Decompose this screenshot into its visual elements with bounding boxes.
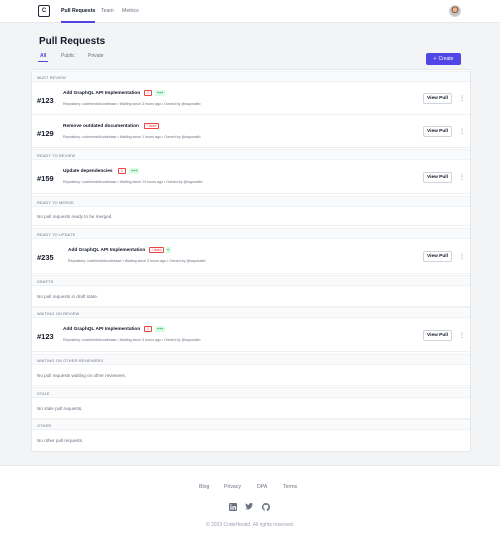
empty-row: No pull requests waiting on other review…: [32, 365, 470, 386]
pr-row[interactable]: #235 Add GraphQL API Implementation ! fa…: [32, 239, 470, 274]
pr-number: #129: [37, 129, 54, 138]
section-drafts: DRAFTS: [32, 275, 470, 286]
section-ready-to-merge: READY TO MERGE: [32, 196, 470, 207]
subtab-public[interactable]: Public: [61, 53, 75, 59]
section-must-review: MUST REVIEW: [32, 71, 470, 82]
linkedin-icon[interactable]: [228, 502, 237, 511]
more-options-icon[interactable]: ⋮: [459, 332, 465, 339]
empty-row: No pull requests ready to be merged.: [32, 207, 470, 226]
page-title: Pull Requests: [39, 36, 106, 47]
nav-tab-team[interactable]: Team: [101, 8, 114, 14]
failed-label: ! failed: [149, 247, 165, 253]
pr-number: #123: [37, 96, 54, 105]
more-options-icon[interactable]: ⋮: [459, 174, 465, 181]
empty-message: No pull requests in draft state.: [37, 294, 99, 299]
section-label: READY TO REVIEW: [37, 153, 76, 158]
more-options-icon[interactable]: ⋮: [459, 95, 465, 102]
pr-meta: Repository: codeherald/codebase • Waitin…: [63, 102, 201, 106]
copyright: © 2023 CodeHerald. All rights reserved.: [205, 522, 295, 528]
footer-link-terms[interactable]: Terms: [283, 484, 297, 490]
section-waiting-on-other-reviewers: WAITING ON OTHER REVIEWERS: [32, 354, 470, 365]
view-pull-button[interactable]: View Pull: [423, 126, 452, 137]
pull-requests-card: MUST REVIEW #123 Add GraphQL API Impleme…: [31, 69, 471, 452]
section-label: WAITING ON REVIEW: [37, 311, 80, 316]
footer-link-privacy[interactable]: Privacy: [224, 484, 241, 490]
failed-label: !!: [118, 168, 126, 174]
section-other: OTHER: [32, 419, 470, 430]
pr-meta: Repository: codeherald/codebase • Waitin…: [68, 259, 206, 263]
create-button[interactable]: + Create: [426, 53, 461, 65]
additions-label: +++: [155, 326, 166, 332]
pr-title[interactable]: Remove outdated documentation: [63, 124, 139, 129]
pr-meta: Repository: codeherald/codebase • Waitin…: [63, 338, 201, 342]
pr-title[interactable]: Add GraphQL API Implementation: [63, 327, 140, 332]
nav-tab-metrics[interactable]: Metrics: [122, 8, 139, 14]
pr-meta: Repository: codeherald/codebase • Waitin…: [63, 180, 203, 184]
github-icon[interactable]: [261, 502, 270, 511]
logo[interactable]: C: [38, 5, 50, 17]
additions-label: +++: [155, 90, 166, 96]
avatar[interactable]: [449, 5, 461, 17]
failed-label: ! failed: [144, 123, 160, 129]
empty-message: No other pull requests.: [37, 438, 84, 443]
additions-label: +++: [129, 168, 140, 174]
view-pull-button[interactable]: View Pull: [423, 330, 452, 341]
empty-row: No other pull requests.: [32, 430, 470, 451]
empty-message: No stale pull requests.: [37, 406, 83, 411]
view-pull-button[interactable]: View Pull: [423, 93, 452, 104]
pr-number: #159: [37, 174, 54, 183]
pr-meta: Repository: codeherald/codebase • Waitin…: [63, 135, 201, 139]
pr-row[interactable]: #129 Remove outdated documentation ! fai…: [32, 115, 470, 148]
more-options-icon[interactable]: ⋮: [459, 253, 465, 260]
empty-message: No pull requests waiting on other review…: [37, 373, 127, 378]
pr-number: #235: [37, 253, 54, 262]
plus-icon: +: [433, 56, 437, 62]
pr-title[interactable]: Add GraphQL API Implementation: [63, 91, 140, 96]
footer-link-dpa[interactable]: DPA: [257, 484, 267, 490]
empty-row: No pull requests in draft state.: [32, 286, 470, 307]
footer-link-blog[interactable]: Blog: [199, 484, 209, 490]
section-ready-to-review: READY TO REVIEW: [32, 149, 470, 160]
create-button-label: Create: [438, 56, 454, 62]
empty-row: No stale pull requests.: [32, 398, 470, 419]
more-options-icon[interactable]: ⋮: [459, 128, 465, 135]
failed-label: !!: [144, 326, 152, 332]
subtab-private[interactable]: Private: [88, 53, 104, 59]
section-label: READY TO UPDATE: [37, 232, 76, 237]
pr-row[interactable]: #123 Add GraphQL API Implementation !! +…: [32, 82, 470, 115]
pr-row[interactable]: #159 Update dependencies !! +++ Reposito…: [32, 160, 470, 194]
section-label: MUST REVIEW: [37, 75, 66, 80]
pr-title[interactable]: Add GraphQL API Implementation: [68, 248, 145, 253]
section-label: STALE: [37, 391, 50, 396]
pr-title[interactable]: Update dependencies: [63, 169, 113, 174]
empty-message: No pull requests ready to be merged.: [37, 214, 113, 219]
twitter-icon[interactable]: [244, 502, 253, 511]
section-label: READY TO MERGE: [37, 200, 74, 205]
pr-row[interactable]: #123 Add GraphQL API Implementation !! +…: [32, 318, 470, 352]
nav-tab-pull-requests[interactable]: Pull Requests: [61, 8, 96, 23]
section-waiting-on-review: WAITING ON REVIEW: [32, 307, 470, 318]
section-label: WAITING ON OTHER REVIEWERS: [37, 358, 104, 363]
footer: Blog Privacy DPA Terms © 2023 CodeHerald…: [0, 465, 500, 550]
pr-number: #123: [37, 332, 54, 341]
view-pull-button[interactable]: View Pull: [423, 251, 452, 262]
failed-label: !!: [144, 90, 152, 96]
section-stale: STALE: [32, 387, 470, 398]
section-ready-to-update: READY TO UPDATE: [32, 228, 470, 239]
additions-label: +: [165, 247, 172, 253]
section-label: DRAFTS: [37, 279, 54, 284]
section-label: OTHER: [37, 423, 52, 428]
subtab-all[interactable]: All: [37, 53, 49, 62]
view-pull-button[interactable]: View Pull: [423, 172, 452, 183]
top-navbar: C Pull Requests Team Metrics: [0, 0, 500, 23]
